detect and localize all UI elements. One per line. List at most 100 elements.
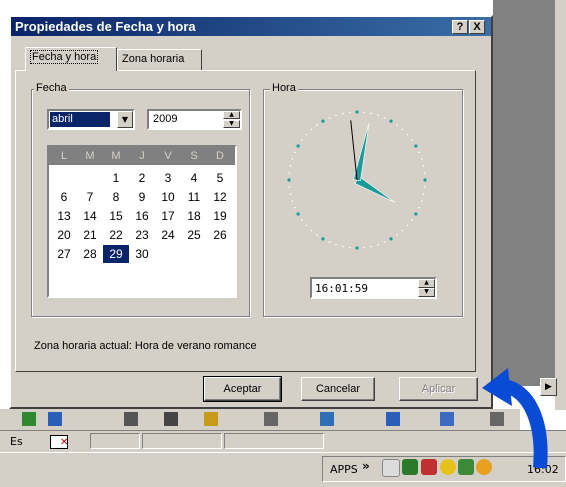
minute-mark <box>401 229 404 232</box>
calendar-day[interactable]: 21 <box>77 226 103 244</box>
calendar-day[interactable]: 26 <box>207 226 233 244</box>
toolbar-icon[interactable] <box>320 412 334 426</box>
minute-mark <box>383 241 386 243</box>
current-timezone-text: Zona horaria actual: Hora de verano roma… <box>34 340 257 352</box>
calendar-day[interactable]: 29 <box>103 245 129 263</box>
status-cell <box>224 433 324 449</box>
calendar-day[interactable]: 24 <box>155 226 181 244</box>
calendar-day[interactable]: 20 <box>51 226 77 244</box>
toolbar-icon[interactable] <box>124 412 138 426</box>
calendar-day[interactable]: 4 <box>181 169 207 187</box>
minute-mark <box>289 165 292 167</box>
minute-mark <box>420 200 423 202</box>
year-spinner[interactable]: 2009 ▲ ▼ <box>147 109 242 130</box>
minute-mark <box>401 128 404 131</box>
calendar-day[interactable]: 25 <box>181 226 207 244</box>
ok-button-label: Aceptar <box>223 383 262 395</box>
minute-mark <box>423 186 426 188</box>
ok-button[interactable]: Aceptar <box>203 376 282 402</box>
tab-zona-horaria[interactable]: Zona horaria <box>117 49 202 70</box>
calendar-grid[interactable]: LMMJVSD 1 2 3 4 5 6 7 8 9 10 11 12 13 14 15 16 17 18 19 20 2… <box>47 145 237 298</box>
calendar-day[interactable]: 10 <box>155 188 181 206</box>
calendar-day[interactable]: 19 <box>207 207 233 225</box>
minute-mark <box>316 124 318 126</box>
calendar-day[interactable]: 13 <box>51 207 77 225</box>
background-scrollbar[interactable] <box>555 0 566 410</box>
cancel-button[interactable]: Cancelar <box>301 377 375 401</box>
minute-mark <box>289 193 292 195</box>
toolbar-icon[interactable] <box>164 412 178 426</box>
help-button[interactable]: ? <box>452 20 468 34</box>
hour-mark <box>414 212 418 216</box>
calendar-day[interactable]: 27 <box>51 245 77 263</box>
calendar-day[interactable]: 3 <box>155 169 181 187</box>
tray-app-icon[interactable] <box>458 459 474 475</box>
toolbar-icon[interactable] <box>22 412 36 426</box>
minute-mark <box>422 193 425 195</box>
calendar-day[interactable]: 8 <box>103 188 129 206</box>
hour-mark <box>321 119 325 123</box>
minute-mark <box>411 139 413 141</box>
dialog-title: Propiedades de Fecha y hora <box>15 19 196 34</box>
antivirus-icon[interactable] <box>421 459 437 475</box>
minute-mark <box>335 243 337 246</box>
weekday-label: J <box>139 150 145 162</box>
calendar-day[interactable]: 5 <box>207 169 233 187</box>
expand-chevron-icon[interactable]: » <box>362 459 370 473</box>
calendar-day[interactable]: 7 <box>77 188 103 206</box>
minute-mark <box>396 234 398 236</box>
spin-up-icon[interactable]: ▲ <box>223 111 240 119</box>
minute-mark <box>418 206 420 209</box>
hour-mark <box>389 237 393 241</box>
minute-mark <box>422 165 425 167</box>
calendar-day[interactable]: 16 <box>129 207 155 225</box>
calendar-day[interactable]: 11 <box>181 188 207 206</box>
toolbar-icon[interactable] <box>386 412 400 426</box>
network-icon[interactable] <box>402 459 418 475</box>
hour-mark <box>287 178 291 182</box>
moon-icon[interactable] <box>440 459 456 475</box>
speaker-icon[interactable] <box>382 459 400 477</box>
calendar-day[interactable]: 1 <box>103 169 129 187</box>
calendar-day[interactable]: 28 <box>77 245 103 263</box>
calendar-day[interactable]: 23 <box>129 226 155 244</box>
minute-mark <box>301 219 303 221</box>
minute-mark <box>383 117 386 119</box>
apps-toolbar-label[interactable]: APPS <box>330 463 358 476</box>
calendar-day[interactable]: 22 <box>103 226 129 244</box>
second-hand <box>350 120 358 181</box>
calendar-day[interactable]: 9 <box>129 188 155 206</box>
calendar-day[interactable]: 15 <box>103 207 129 225</box>
spin-up-icon[interactable]: ▲ <box>418 279 435 288</box>
calendar-day[interactable]: 14 <box>77 207 103 225</box>
calendar-day[interactable]: 12 <box>207 188 233 206</box>
minute-mark <box>328 241 331 243</box>
minute-mark <box>335 114 337 117</box>
status-cell <box>90 433 140 449</box>
toolbar-icon[interactable] <box>440 412 454 426</box>
calendar-day[interactable]: 30 <box>129 245 155 263</box>
minute-mark <box>316 234 318 236</box>
spin-down-icon[interactable]: ▼ <box>223 120 240 128</box>
apply-button[interactable]: Aplicar <box>399 377 478 401</box>
hour-mark <box>355 246 359 250</box>
weekday-label: D <box>216 150 224 162</box>
month-select[interactable]: abril ▼ <box>47 109 135 130</box>
calendar-day[interactable]: 6 <box>51 188 77 206</box>
error-x-icon: ✕ <box>60 437 69 448</box>
tab-fecha-y-hora[interactable]: Fecha y hora <box>25 47 117 71</box>
toolbar-icon[interactable] <box>264 412 278 426</box>
calendar-day[interactable]: 17 <box>155 207 181 225</box>
tab-label: Fecha y hora <box>30 50 99 64</box>
time-spinner[interactable]: 16:01:59 ▲ ▼ <box>310 277 437 299</box>
calendar-day[interactable]: 2 <box>129 169 155 187</box>
apply-button-label: Aplicar <box>421 383 456 395</box>
chevron-down-icon[interactable]: ▼ <box>117 111 133 128</box>
toolbar-icon[interactable] <box>48 412 62 426</box>
time-group-label: Hora <box>270 82 298 94</box>
close-button[interactable]: X <box>469 20 485 34</box>
toolbar-icon[interactable] <box>204 412 218 426</box>
calendar-day[interactable]: 18 <box>181 207 207 225</box>
spin-down-icon[interactable]: ▼ <box>418 288 435 297</box>
weekday-label: V <box>164 150 172 162</box>
